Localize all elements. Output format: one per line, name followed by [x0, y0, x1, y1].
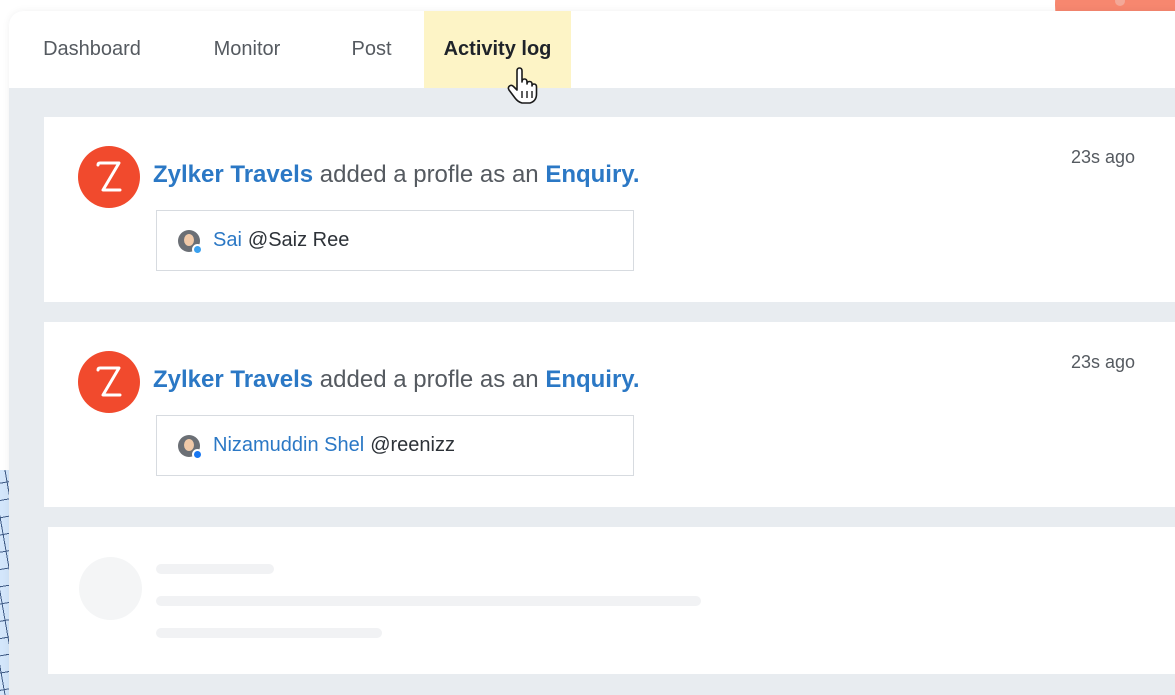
hand-cursor-icon	[506, 67, 542, 105]
activity-headline: Zylker Travels added a profle as an Enqu…	[153, 161, 640, 189]
tab-bar: Dashboard Monitor Post Activity log	[9, 11, 1175, 88]
profile-card[interactable]: Nizamuddin Shel @reenizz	[156, 415, 634, 476]
timestamp: 23s ago	[1070, 147, 1135, 167]
profile-handle: @Saiz Ree	[247, 229, 350, 251]
zylker-logo-icon	[78, 146, 140, 208]
profile-card[interactable]: Sai @Saiz Ree	[156, 210, 634, 271]
tab-monitor[interactable]: Monitor	[175, 11, 319, 88]
profile-name-link[interactable]: Nizamuddin Shel	[213, 434, 364, 457]
twitter-icon	[192, 243, 203, 255]
target-link[interactable]: Enquiry.	[545, 366, 639, 393]
zylker-logo-icon	[78, 351, 140, 413]
tab-post[interactable]: Post	[319, 11, 424, 88]
avatar	[178, 434, 203, 460]
target-link[interactable]: Enquiry.	[545, 161, 639, 188]
skeleton-line	[156, 596, 701, 606]
actor-link[interactable]: Zylker Travels	[153, 161, 313, 188]
avatar	[178, 229, 203, 255]
profile-handle: @reenizz	[370, 434, 455, 456]
skeleton-line	[156, 628, 382, 638]
facebook-icon	[192, 448, 203, 460]
activity-action: added a profle as an	[319, 366, 539, 393]
timestamp: 23s ago	[1070, 352, 1135, 372]
loading-skeleton	[48, 527, 1175, 674]
activity-item: Zylker Travels added a profle as an Enqu…	[44, 322, 1175, 507]
actor-link[interactable]: Zylker Travels	[153, 366, 313, 393]
activity-item: Zylker Travels added a profle as an Enqu…	[44, 117, 1175, 302]
skeleton-avatar	[79, 557, 142, 620]
skeleton-line	[156, 564, 274, 574]
app-window: Dashboard Monitor Post Activity log Zylk…	[9, 11, 1175, 695]
screen: Dashboard Monitor Post Activity log Zylk…	[0, 0, 1175, 695]
tab-dashboard[interactable]: Dashboard	[9, 11, 175, 88]
activity-action: added a profle as an	[319, 161, 539, 188]
activity-headline: Zylker Travels added a profle as an Enqu…	[153, 366, 640, 394]
profile-name-link[interactable]: Sai	[213, 229, 242, 252]
tab-activity-log[interactable]: Activity log	[424, 11, 571, 88]
